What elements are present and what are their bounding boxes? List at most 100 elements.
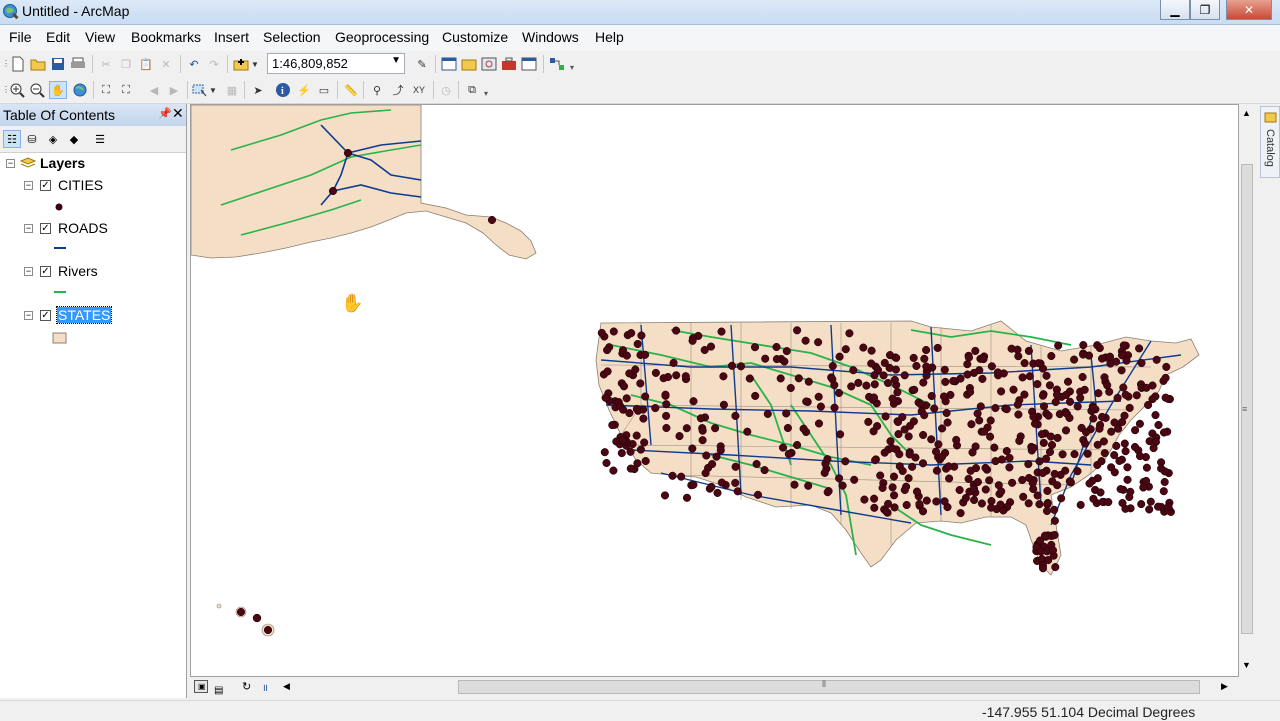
print-button[interactable] <box>70 56 86 72</box>
layer-collapse-toggle[interactable]: − <box>24 181 33 190</box>
vertical-scroll-thumb[interactable] <box>1241 164 1253 634</box>
layer-collapse-toggle[interactable]: − <box>24 311 33 320</box>
map-bottom-bar: ▣ ▤ ↻ ॥ ◀ ⦀ ▶ <box>190 677 1239 697</box>
identify-button[interactable]: i <box>275 82 291 98</box>
menu-customize[interactable]: Customize <box>442 29 508 45</box>
time-slider-button[interactable]: ◷ <box>438 82 454 98</box>
html-popup-button[interactable]: ▭ <box>316 82 332 98</box>
scroll-left-icon[interactable]: ◀ <box>283 681 290 692</box>
save-button[interactable] <box>50 56 66 72</box>
pause-drawing-icon[interactable]: ॥ <box>262 680 268 694</box>
clear-selection-button[interactable]: ▦ <box>224 82 240 98</box>
menu-selection[interactable]: Selection <box>263 29 321 45</box>
menu-view[interactable]: View <box>85 29 115 45</box>
catalog-side-tab[interactable]: Catalog <box>1260 106 1280 178</box>
layers-root-label[interactable]: Layers <box>40 155 85 171</box>
select-features-button[interactable] <box>192 82 208 98</box>
map-vertical-scrollbar[interactable]: ▲ ≡ ▼ <box>1239 104 1255 677</box>
toc-window-button[interactable] <box>441 56 457 72</box>
cut-button[interactable]: ✂ <box>98 56 114 72</box>
pin-icon[interactable]: 📌 <box>158 107 172 120</box>
go-to-xy-button[interactable]: XY <box>411 82 427 98</box>
menu-windows[interactable]: Windows <box>522 29 579 45</box>
zoom-out-button[interactable] <box>29 82 45 98</box>
layer-cities-label[interactable]: CITIES <box>58 177 103 193</box>
catalog-window-button[interactable] <box>461 56 477 72</box>
paste-button[interactable]: 📋 <box>138 56 154 72</box>
modelbuilder-button[interactable] <box>549 56 565 72</box>
scroll-down-icon[interactable]: ▼ <box>1242 660 1251 670</box>
list-by-selection-button[interactable]: ◆ <box>65 130 83 148</box>
toolbar-options-icon[interactable]: ▾ <box>484 89 490 101</box>
minimize-button[interactable]: ▁ <box>1160 0 1190 20</box>
states-visibility-checkbox[interactable]: ✓ <box>40 310 51 321</box>
zoom-in-button[interactable] <box>9 82 25 98</box>
redo-button[interactable]: ↷ <box>206 56 222 72</box>
select-elements-button[interactable]: ➤ <box>250 82 266 98</box>
horizontal-scroll-thumb[interactable] <box>458 680 1200 694</box>
map-canvas[interactable]: ✋ <box>191 105 1239 677</box>
cities-visibility-checkbox[interactable]: ✓ <box>40 180 51 191</box>
create-viewer-button[interactable]: ⧉ <box>464 82 480 98</box>
menu-file[interactable]: File <box>9 29 32 45</box>
menu-help[interactable]: Help <box>595 29 624 45</box>
select-dropdown[interactable]: ▼ <box>208 82 218 98</box>
hyperlink-button[interactable]: ⚡ <box>296 82 312 98</box>
city-point <box>1137 500 1146 509</box>
undo-button[interactable]: ↶ <box>186 56 202 72</box>
scroll-right-icon[interactable]: ▶ <box>1221 681 1228 692</box>
full-extent-button[interactable] <box>72 82 88 98</box>
layout-view-button[interactable]: ▤ <box>214 680 228 696</box>
roads-visibility-checkbox[interactable]: ✓ <box>40 223 51 234</box>
layers-collapse-toggle[interactable]: − <box>6 159 15 168</box>
list-by-source-button[interactable]: ⛁ <box>23 130 41 148</box>
map-scale-combobox[interactable]: 1:46,809,852 ▼ <box>267 53 405 74</box>
database-icon: ⛁ <box>27 133 37 146</box>
fixed-zoom-out-button[interactable]: ⛶ <box>118 82 134 98</box>
toolbar-options-icon[interactable]: ▾ <box>570 63 576 75</box>
layer-states-label[interactable]: STATES <box>55 306 113 324</box>
menu-bookmarks[interactable]: Bookmarks <box>131 29 201 45</box>
menu-insert[interactable]: Insert <box>214 29 249 45</box>
forward-extent-button[interactable]: ▶ <box>166 82 182 98</box>
rivers-visibility-checkbox[interactable]: ✓ <box>40 266 51 277</box>
toolbar-grip[interactable]: ⋮ <box>2 59 10 71</box>
menu-geoprocessing[interactable]: Geoprocessing <box>335 29 429 45</box>
data-view-button[interactable]: ▣ <box>194 680 208 693</box>
arctoolbox-button[interactable] <box>501 56 517 72</box>
layer-roads-label[interactable]: ROADS <box>58 220 108 236</box>
maximize-button[interactable]: ❐ <box>1190 0 1220 20</box>
scroll-up-icon[interactable]: ▲ <box>1242 108 1251 118</box>
editor-toolbar-button[interactable]: ✎ <box>414 56 430 72</box>
city-point <box>922 496 931 505</box>
toc-options-button[interactable]: ☰ <box>91 130 109 148</box>
city-point <box>968 448 977 457</box>
list-by-visibility-button[interactable]: ◈ <box>44 130 62 148</box>
add-data-button[interactable] <box>233 56 249 72</box>
menu-edit[interactable]: Edit <box>46 29 70 45</box>
pan-button[interactable]: ✋ <box>49 81 67 99</box>
find-button[interactable]: ⚲ <box>369 82 385 98</box>
add-data-dropdown[interactable]: ▼ <box>250 56 260 72</box>
layer-rivers-label[interactable]: Rivers <box>58 263 98 279</box>
open-button[interactable] <box>30 56 46 72</box>
refresh-icon[interactable]: ↻ <box>242 680 251 693</box>
close-window-button[interactable]: ✕ <box>1226 0 1272 20</box>
close-panel-icon[interactable]: ✕ <box>172 105 184 122</box>
delete-button[interactable]: ✕ <box>158 56 174 72</box>
layer-collapse-toggle[interactable]: − <box>24 224 33 233</box>
new-map-button[interactable] <box>10 56 26 72</box>
python-window-button[interactable] <box>521 56 537 72</box>
city-point <box>1159 487 1168 496</box>
city-point <box>1038 564 1048 573</box>
find-route-button[interactable]: ⤴ <box>390 82 406 98</box>
toolbar-grip[interactable]: ⋮ <box>2 85 10 97</box>
back-extent-button[interactable]: ◀ <box>146 82 162 98</box>
map-display[interactable]: ✋ <box>190 104 1239 677</box>
layer-collapse-toggle[interactable]: − <box>24 267 33 276</box>
list-by-drawing-order-button[interactable]: ☷ <box>3 130 21 148</box>
measure-button[interactable]: 📏 <box>343 82 359 98</box>
copy-button[interactable]: ❐ <box>118 56 134 72</box>
search-window-button[interactable] <box>481 56 497 72</box>
fixed-zoom-in-button[interactable]: ⛶ <box>98 82 114 98</box>
